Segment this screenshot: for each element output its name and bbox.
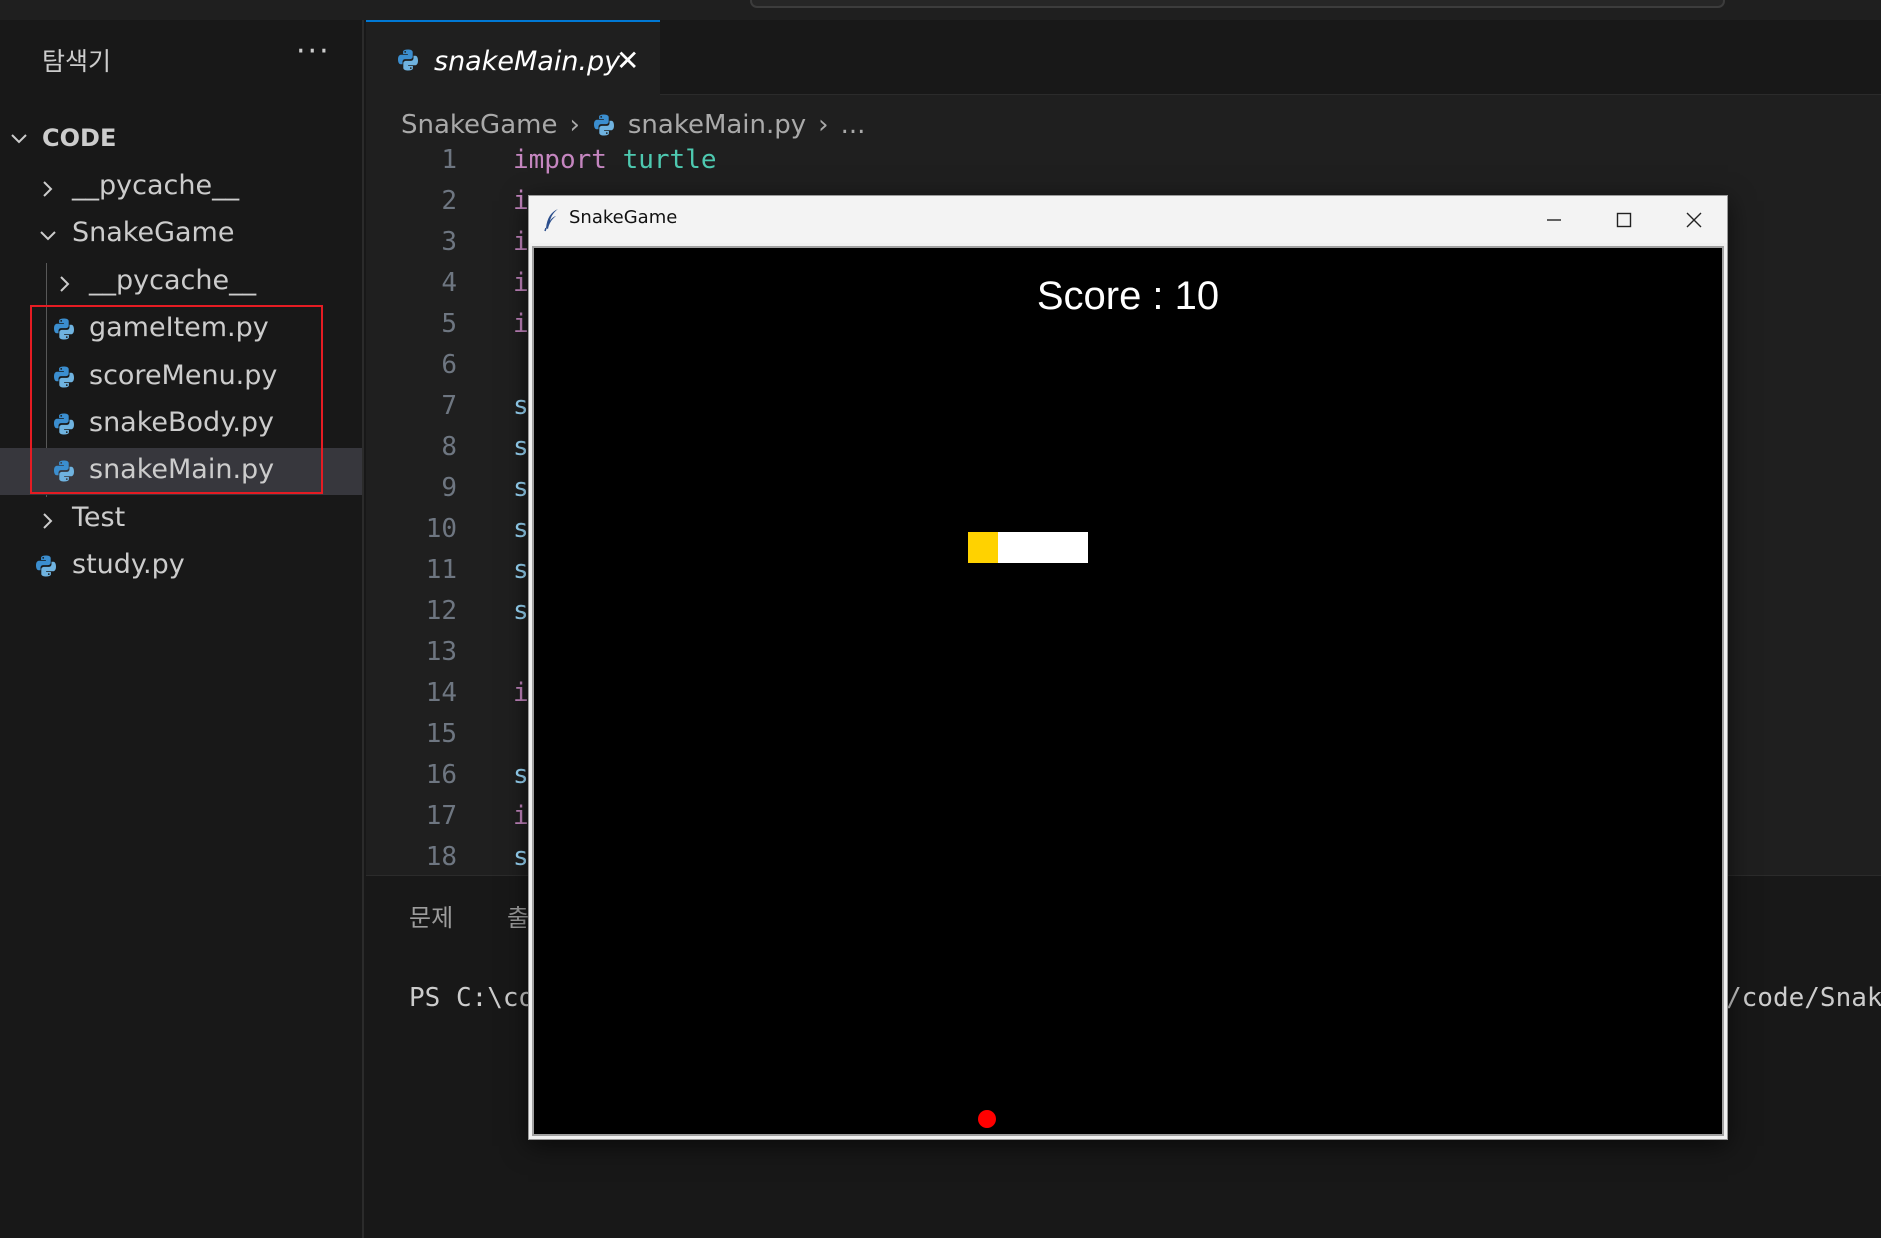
line-number: 7 <box>441 391 457 421</box>
line-number: 1 <box>441 145 457 175</box>
tree-folder-pycache-nested[interactable]: __pycache__ <box>0 259 362 306</box>
terminal-path: /code/Snak <box>1726 983 1881 1013</box>
food-dot <box>978 1110 996 1128</box>
more-actions-icon[interactable]: ··· <box>296 34 331 69</box>
line-number: 5 <box>441 309 457 339</box>
code-text: import turtle <box>513 145 717 175</box>
tab-output[interactable]: 출 <box>507 898 529 933</box>
tab-label: snakeMain.py <box>434 46 621 77</box>
tab-problems[interactable]: 문제 <box>409 898 453 933</box>
explorer-title: 탐색기 <box>42 47 112 76</box>
code-text: i <box>513 227 529 257</box>
window-titlebar[interactable]: SnakeGame <box>529 196 1727 243</box>
tree-root-code[interactable]: CODE <box>0 116 362 163</box>
tree-folder-pycache[interactable]: __pycache__ <box>0 164 362 211</box>
line-number: 11 <box>425 555 457 585</box>
code-text: s <box>513 760 529 790</box>
chevron-right-icon <box>37 508 59 530</box>
feather-icon <box>543 208 561 232</box>
line-number: 14 <box>425 678 457 708</box>
python-file-icon <box>34 554 58 578</box>
python-file-icon <box>52 317 76 341</box>
code-text: i <box>513 678 529 708</box>
python-file-icon <box>52 459 76 483</box>
code-text: i <box>513 309 529 339</box>
python-file-icon <box>396 48 420 72</box>
line-number: 13 <box>425 637 457 667</box>
python-file-icon <box>52 412 76 436</box>
line-number: 8 <box>441 432 457 462</box>
line-number: 4 <box>441 268 457 298</box>
close-icon[interactable]: ✕ <box>616 44 639 77</box>
snake-segment <box>998 532 1028 563</box>
line-number: 15 <box>425 719 457 749</box>
code-text: s <box>513 514 529 544</box>
line-number: 12 <box>425 596 457 626</box>
explorer-sidebar: 탐색기 ··· CODE __pycache__ SnakeGame __pyc… <box>0 20 364 1238</box>
chevron-down-icon <box>8 128 30 150</box>
chevron-right-icon: › <box>818 110 829 140</box>
line-number: 10 <box>425 514 457 544</box>
minimize-icon[interactable] <box>1519 196 1589 243</box>
code-text: i <box>513 268 529 298</box>
tree-file-scoremenu[interactable]: scoreMenu.py <box>0 354 362 401</box>
code-text: s <box>513 473 529 503</box>
title-bar-strip <box>0 0 1881 20</box>
tree-item-label: __pycache__ <box>72 170 240 201</box>
code-line[interactable]: 1 import turtle <box>366 145 1881 186</box>
editor-tab-bar: snakeMain.py ✕ <box>366 20 1881 96</box>
code-text: s <box>513 555 529 585</box>
tree-folder-test[interactable]: Test <box>0 496 362 543</box>
maximize-icon[interactable] <box>1589 196 1659 243</box>
tree-item-label: snakeBody.py <box>89 407 275 438</box>
line-number: 16 <box>425 760 457 790</box>
tree-item-label: Test <box>72 502 126 533</box>
snake-head <box>968 532 998 563</box>
tree-item-label: scoreMenu.py <box>89 360 278 391</box>
window-title: SnakeGame <box>569 207 678 228</box>
code-text: i <box>513 801 529 831</box>
game-canvas[interactable]: Score : 10 <box>532 246 1724 1136</box>
tree-item-label: gameItem.py <box>89 312 269 343</box>
tree-file-study[interactable]: study.py <box>0 543 362 590</box>
tree-item-label: SnakeGame <box>72 217 235 248</box>
breadcrumb: SnakeGame › snakeMain.py › ... <box>401 105 865 145</box>
breadcrumb-more[interactable]: ... <box>841 110 866 140</box>
tree-file-snakebody[interactable]: snakeBody.py <box>0 401 362 448</box>
tree-file-gameitem[interactable]: gameItem.py <box>0 306 362 353</box>
code-text: s <box>513 391 529 421</box>
chevron-down-icon <box>37 223 59 245</box>
code-text: s <box>513 842 529 872</box>
snakegame-window[interactable]: SnakeGame Score : 10 <box>528 195 1728 1140</box>
command-center[interactable] <box>750 0 1725 8</box>
breadcrumb-folder[interactable]: SnakeGame <box>401 110 557 140</box>
chevron-right-icon: › <box>569 110 580 140</box>
breadcrumb-file[interactable]: snakeMain.py <box>628 110 806 140</box>
tree-item-label: study.py <box>72 549 185 580</box>
python-file-icon <box>592 113 616 137</box>
tab-snakemain[interactable]: snakeMain.py ✕ <box>366 20 660 96</box>
line-number: 2 <box>441 186 457 216</box>
score-label: Score : 10 <box>1036 274 1220 318</box>
tree-item-label: snakeMain.py <box>89 454 275 485</box>
line-number: 3 <box>441 227 457 257</box>
code-text: s <box>513 596 529 626</box>
tree-file-snakemain[interactable]: snakeMain.py <box>0 448 362 495</box>
snake-segment <box>1028 532 1058 563</box>
tree-folder-snakegame[interactable]: SnakeGame <box>0 211 362 258</box>
code-text: s <box>513 432 529 462</box>
chevron-right-icon <box>37 176 59 198</box>
line-number: 6 <box>441 350 457 380</box>
terminal-prompt[interactable]: PS C:\co <box>409 983 534 1013</box>
tree-root-label: CODE <box>42 124 117 152</box>
python-file-icon <box>52 365 76 389</box>
code-text: i <box>513 186 529 216</box>
snake-segment <box>1058 532 1088 563</box>
chevron-right-icon <box>54 271 76 293</box>
line-number: 18 <box>425 842 457 872</box>
line-number: 17 <box>425 801 457 831</box>
tree-item-label: __pycache__ <box>89 265 257 296</box>
line-number: 9 <box>441 473 457 503</box>
close-icon[interactable] <box>1659 196 1729 243</box>
